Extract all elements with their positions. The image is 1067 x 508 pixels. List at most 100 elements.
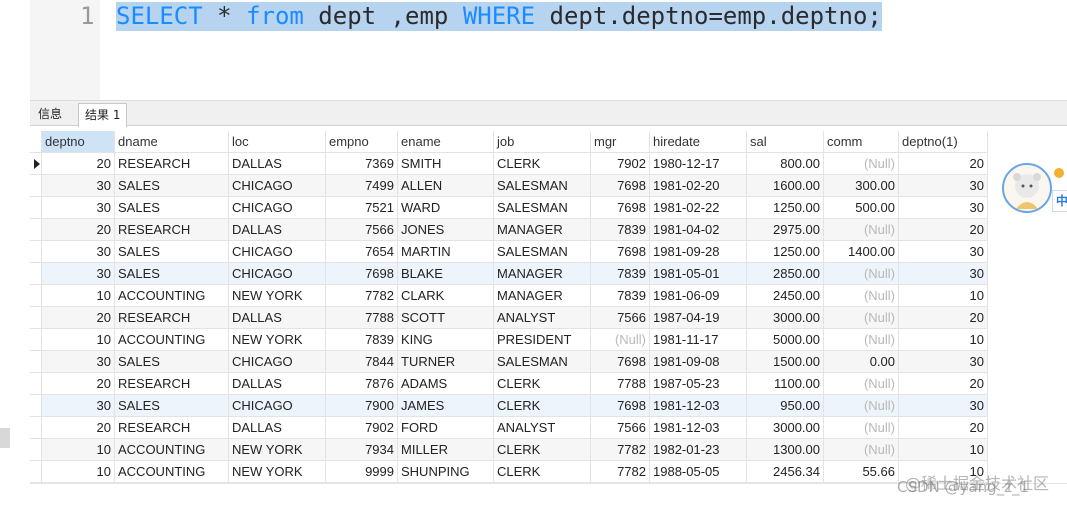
cell-empno[interactable]: 7844 bbox=[326, 351, 398, 373]
cell-job[interactable]: MANAGER bbox=[494, 285, 591, 307]
cell-dname[interactable]: SALES bbox=[115, 197, 229, 219]
cell-hiredate[interactable]: 1981-06-09 bbox=[650, 285, 747, 307]
row-indicator[interactable] bbox=[30, 417, 42, 439]
cell-mgr[interactable]: 7839 bbox=[591, 219, 650, 241]
cell-deptno[interactable]: 10 bbox=[42, 285, 115, 307]
table-row[interactable]: 20 RESEARCH DALLAS 7369 SMITH CLERK 7902 1980-1… bbox=[30, 153, 988, 175]
column-header-comm[interactable]: comm bbox=[824, 131, 899, 153]
cell-sal[interactable]: 1250.00 bbox=[747, 241, 824, 263]
cell-empno[interactable]: 7900 bbox=[326, 395, 398, 417]
cell-ename[interactable]: WARD bbox=[398, 197, 494, 219]
cell-deptno1[interactable]: 30 bbox=[899, 241, 988, 263]
table-row[interactable]: 30 SALES CHICAGO 7900 JAMES CLERK 7698 1981-12-… bbox=[30, 395, 988, 417]
cell-mgr[interactable]: 7566 bbox=[591, 307, 650, 329]
cell-hiredate[interactable]: 1987-05-23 bbox=[650, 373, 747, 395]
cell-hiredate[interactable]: 1981-12-03 bbox=[650, 417, 747, 439]
cell-job[interactable]: MANAGER bbox=[494, 219, 591, 241]
cell-deptno[interactable]: 20 bbox=[42, 307, 115, 329]
cell-empno[interactable]: 9999 bbox=[326, 461, 398, 483]
table-row[interactable]: 10 ACCOUNTING NEW YORK 9999 SHUNPING CLERK 778… bbox=[30, 461, 988, 483]
table-row[interactable]: 20 RESEARCH DALLAS 7902 FORD ANALYST 7566 1981-… bbox=[30, 417, 988, 439]
row-indicator[interactable] bbox=[30, 153, 42, 175]
cell-deptno1[interactable]: 20 bbox=[899, 417, 988, 439]
cell-deptno1[interactable]: 10 bbox=[899, 329, 988, 351]
side-scroll-handle[interactable] bbox=[0, 428, 10, 448]
cell-dname[interactable]: ACCOUNTING bbox=[115, 439, 229, 461]
cell-loc[interactable]: DALLAS bbox=[229, 307, 326, 329]
table-row[interactable]: 30 SALES CHICAGO 7698 BLAKE MANAGER 7839 1981-0… bbox=[30, 263, 988, 285]
row-indicator[interactable] bbox=[30, 197, 42, 219]
cell-dname[interactable]: RESEARCH bbox=[115, 373, 229, 395]
cell-ename[interactable]: SHUNPING bbox=[398, 461, 494, 483]
table-row[interactable]: 10 ACCOUNTING NEW YORK 7782 CLARK MANAGER 7839… bbox=[30, 285, 988, 307]
cell-sal[interactable]: 5000.00 bbox=[747, 329, 824, 351]
cell-ename[interactable]: SCOTT bbox=[398, 307, 494, 329]
cell-deptno[interactable]: 30 bbox=[42, 241, 115, 263]
cell-hiredate[interactable]: 1987-04-19 bbox=[650, 307, 747, 329]
row-indicator[interactable] bbox=[30, 351, 42, 373]
cell-hiredate[interactable]: 1982-01-23 bbox=[650, 439, 747, 461]
cell-comm[interactable]: (Null) bbox=[824, 439, 899, 461]
cell-loc[interactable]: CHICAGO bbox=[229, 351, 326, 373]
cell-mgr[interactable]: 7698 bbox=[591, 241, 650, 263]
cell-ename[interactable]: SMITH bbox=[398, 153, 494, 175]
cell-mgr[interactable]: 7566 bbox=[591, 417, 650, 439]
table-row[interactable]: 20 RESEARCH DALLAS 7876 ADAMS CLERK 7788 1987-0… bbox=[30, 373, 988, 395]
cell-deptno[interactable]: 20 bbox=[42, 417, 115, 439]
cell-deptno[interactable]: 10 bbox=[42, 439, 115, 461]
cell-sal[interactable]: 3000.00 bbox=[747, 417, 824, 439]
cell-mgr[interactable]: 7788 bbox=[591, 373, 650, 395]
cell-loc[interactable]: DALLAS bbox=[229, 373, 326, 395]
cell-hiredate[interactable]: 1981-12-03 bbox=[650, 395, 747, 417]
cell-empno[interactable]: 7902 bbox=[326, 417, 398, 439]
table-row[interactable]: 30 SALES CHICAGO 7654 MARTIN SALESMAN 7698 1981… bbox=[30, 241, 988, 263]
cell-mgr[interactable]: 7902 bbox=[591, 153, 650, 175]
column-header-empno[interactable]: empno bbox=[326, 131, 398, 153]
cell-sal[interactable]: 1100.00 bbox=[747, 373, 824, 395]
column-header-ename[interactable]: ename bbox=[398, 131, 494, 153]
cell-hiredate[interactable]: 1981-02-22 bbox=[650, 197, 747, 219]
column-header-dname[interactable]: dname bbox=[115, 131, 229, 153]
cell-comm[interactable]: (Null) bbox=[824, 153, 899, 175]
cell-mgr[interactable]: 7698 bbox=[591, 175, 650, 197]
cell-deptno[interactable]: 30 bbox=[42, 197, 115, 219]
cell-sal[interactable]: 1250.00 bbox=[747, 197, 824, 219]
row-indicator[interactable] bbox=[30, 285, 42, 307]
cell-dname[interactable]: RESEARCH bbox=[115, 219, 229, 241]
cell-mgr[interactable]: 7782 bbox=[591, 439, 650, 461]
cell-deptno1[interactable]: 10 bbox=[899, 439, 988, 461]
cell-empno[interactable]: 7876 bbox=[326, 373, 398, 395]
cell-hiredate[interactable]: 1988-05-05 bbox=[650, 461, 747, 483]
cell-hiredate[interactable]: 1981-09-08 bbox=[650, 351, 747, 373]
cell-comm[interactable]: (Null) bbox=[824, 395, 899, 417]
cell-mgr[interactable]: 7698 bbox=[591, 395, 650, 417]
cell-sal[interactable]: 1300.00 bbox=[747, 439, 824, 461]
cell-sal[interactable]: 2975.00 bbox=[747, 219, 824, 241]
cell-loc[interactable]: CHICAGO bbox=[229, 395, 326, 417]
cell-job[interactable]: ANALYST bbox=[494, 417, 591, 439]
cell-job[interactable]: ANALYST bbox=[494, 307, 591, 329]
cell-deptno[interactable]: 20 bbox=[42, 373, 115, 395]
cell-comm[interactable]: 1400.00 bbox=[824, 241, 899, 263]
cell-dname[interactable]: RESEARCH bbox=[115, 153, 229, 175]
cell-dname[interactable]: SALES bbox=[115, 351, 229, 373]
cell-hiredate[interactable]: 1981-02-20 bbox=[650, 175, 747, 197]
column-header-sal[interactable]: sal bbox=[747, 131, 824, 153]
cell-ename[interactable]: KING bbox=[398, 329, 494, 351]
cell-ename[interactable]: JAMES bbox=[398, 395, 494, 417]
table-row[interactable]: 30 SALES CHICAGO 7499 ALLEN SALESMAN 7698 1981-… bbox=[30, 175, 988, 197]
cell-loc[interactable]: CHICAGO bbox=[229, 263, 326, 285]
cell-job[interactable]: SALESMAN bbox=[494, 241, 591, 263]
cell-loc[interactable]: CHICAGO bbox=[229, 197, 326, 219]
column-header-job[interactable]: job bbox=[494, 131, 591, 153]
row-indicator[interactable] bbox=[30, 219, 42, 241]
cell-job[interactable]: PRESIDENT bbox=[494, 329, 591, 351]
cell-job[interactable]: SALESMAN bbox=[494, 351, 591, 373]
cell-hiredate[interactable]: 1981-04-02 bbox=[650, 219, 747, 241]
cell-sal[interactable]: 1500.00 bbox=[747, 351, 824, 373]
cell-ename[interactable]: ALLEN bbox=[398, 175, 494, 197]
cell-loc[interactable]: NEW YORK bbox=[229, 461, 326, 483]
cell-empno[interactable]: 7521 bbox=[326, 197, 398, 219]
cell-comm[interactable]: (Null) bbox=[824, 417, 899, 439]
cell-job[interactable]: SALESMAN bbox=[494, 197, 591, 219]
